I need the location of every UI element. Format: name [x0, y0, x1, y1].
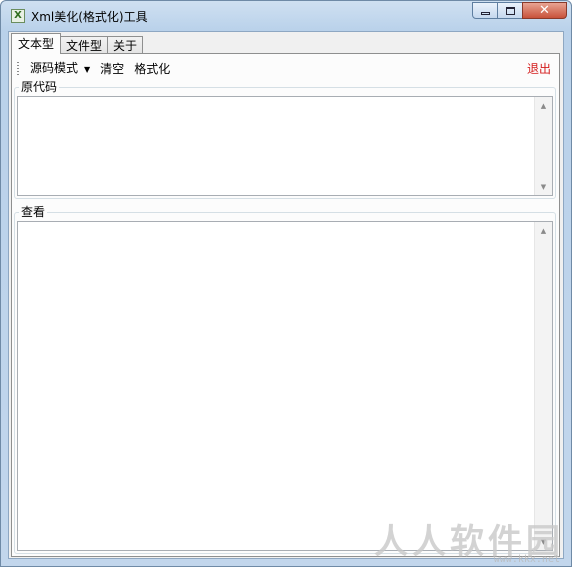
format-button[interactable]: 格式化 — [129, 59, 175, 79]
mode-dropdown-label: 源码模式 — [30, 61, 79, 75]
source-group-label: 原代码 — [19, 80, 60, 94]
clear-button[interactable]: 清空 — [95, 59, 129, 79]
toolbar-grip[interactable] — [17, 62, 19, 76]
window-title: Xml美化(格式化)工具 — [31, 10, 148, 24]
source-code-input[interactable]: ▲ ▼ — [17, 96, 553, 196]
scroll-up-icon[interactable]: ▲ — [535, 97, 552, 114]
scroll-down-icon[interactable]: ▼ — [535, 178, 552, 195]
title-bar[interactable]: X Xml美化(格式化)工具 ✕ — [1, 1, 571, 31]
source-group: 原代码 ▲ ▼ — [14, 80, 556, 199]
close-button[interactable]: ✕ — [522, 2, 567, 19]
watermark-url: www.kkx.net — [493, 554, 560, 565]
close-icon: ✕ — [539, 3, 550, 18]
minimize-icon — [480, 11, 490, 15]
tab-file-type[interactable]: 文件型 — [60, 36, 109, 54]
client-area: 文本型 文件型 关于 源码模式 ▼ 清空 格式化 退出 原代码 ▲ ▼ 查看 ▲… — [8, 31, 564, 559]
exit-button[interactable]: 退出 — [522, 59, 557, 79]
toolbar: 源码模式 ▼ 清空 格式化 退出 — [14, 58, 557, 80]
maximize-button[interactable] — [497, 2, 523, 19]
tab-strip: 文本型 文件型 关于 — [11, 33, 144, 54]
mode-dropdown[interactable]: 源码模式 ▼ — [25, 58, 95, 80]
minimize-button[interactable] — [472, 2, 498, 19]
view-scrollbar[interactable]: ▲ ▼ — [534, 222, 552, 550]
app-window: X Xml美化(格式化)工具 ✕ 文本型 文件型 关于 源码模式 ▼ 清空 格式… — [0, 0, 572, 567]
dropdown-arrow-icon: ▼ — [84, 65, 91, 74]
source-scrollbar[interactable]: ▲ ▼ — [534, 97, 552, 195]
view-output[interactable]: ▲ ▼ — [17, 221, 553, 551]
tab-text-type[interactable]: 文本型 — [11, 33, 62, 54]
maximize-icon — [505, 6, 515, 15]
view-group-label: 查看 — [19, 205, 48, 219]
tab-panel-text: 源码模式 ▼ 清空 格式化 退出 原代码 ▲ ▼ 查看 ▲ ▼ — [11, 53, 560, 557]
window-controls: ✕ — [472, 2, 567, 20]
scroll-up-icon[interactable]: ▲ — [535, 222, 552, 239]
view-group: 查看 ▲ ▼ — [14, 205, 556, 554]
xml-app-icon: X — [11, 9, 25, 23]
tab-about[interactable]: 关于 — [107, 36, 144, 54]
